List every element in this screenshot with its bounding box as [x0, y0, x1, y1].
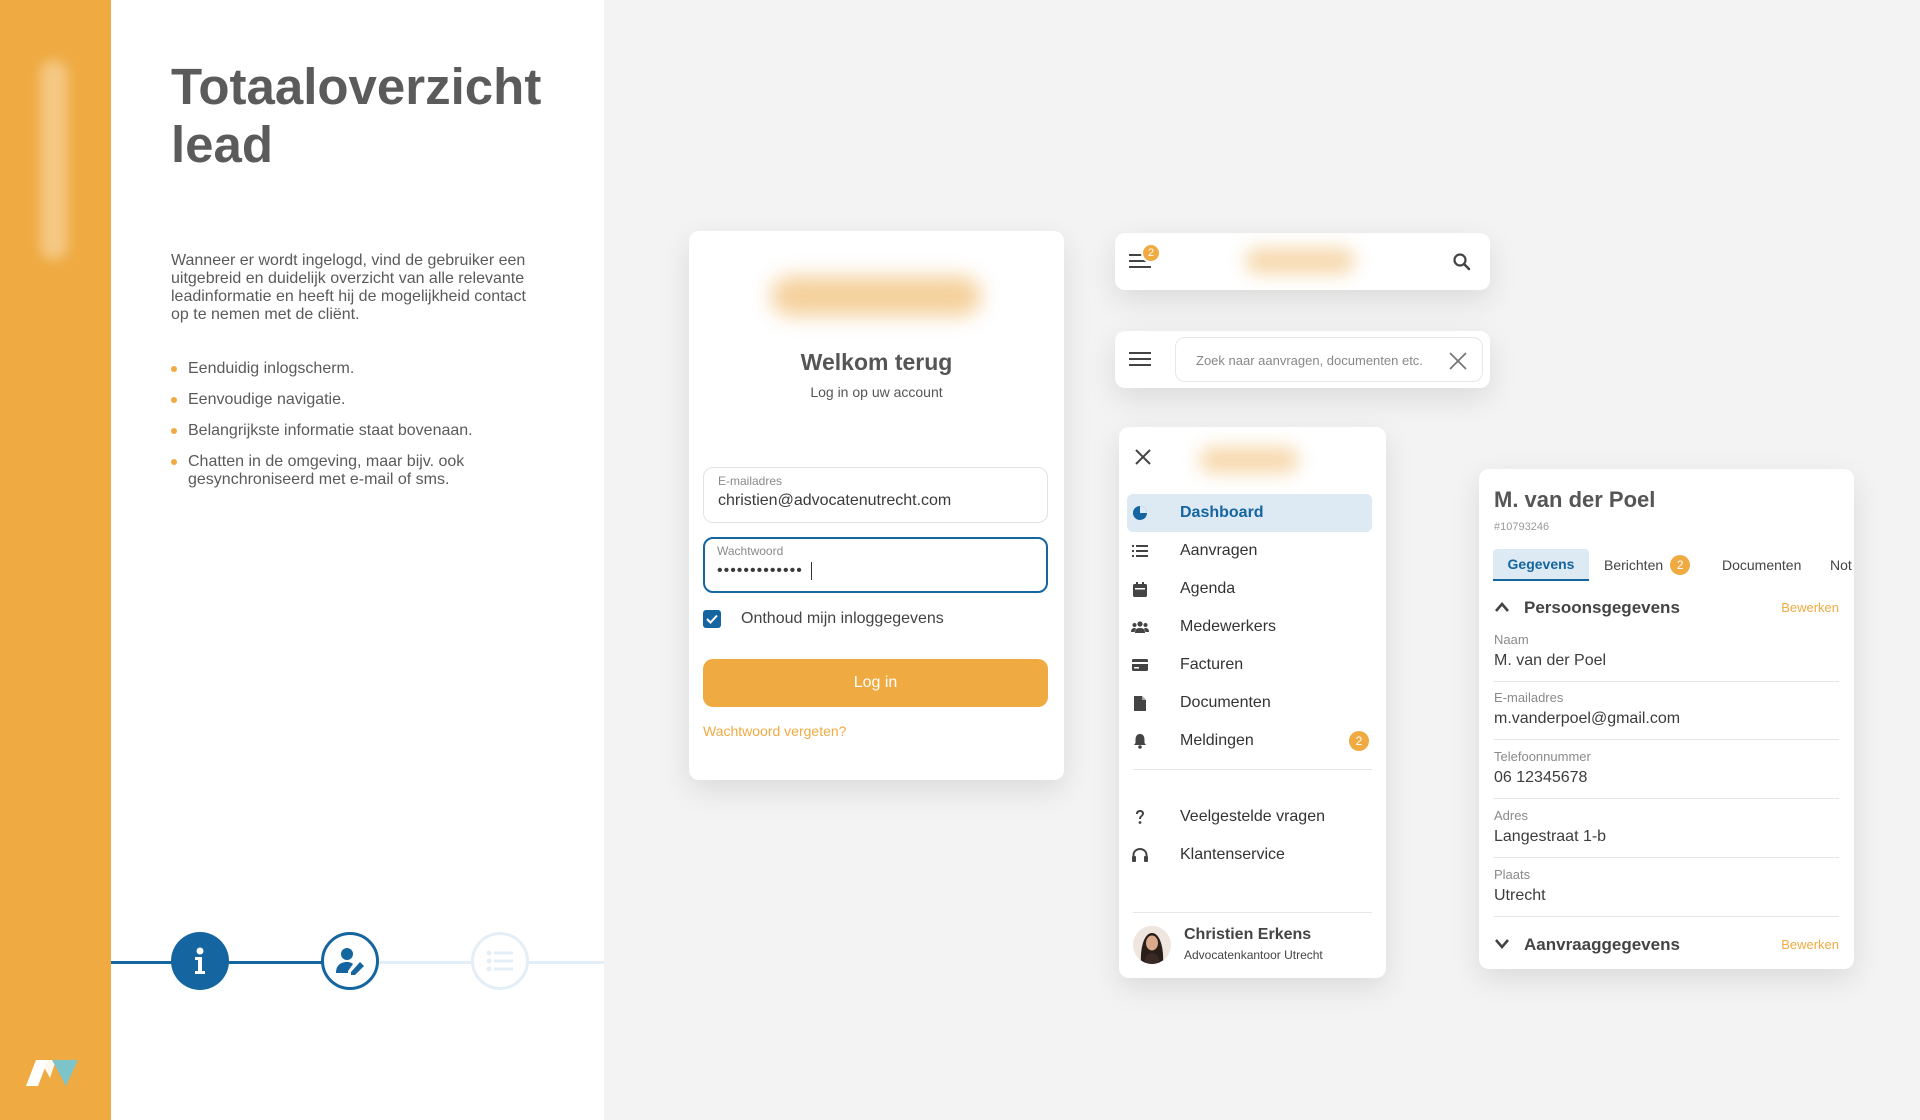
feature-item: Eenvoudige navigatie. — [171, 391, 511, 409]
field-telefoon: Telefoonnummer 06 12345678 — [1494, 741, 1839, 799]
info-icon — [195, 947, 205, 974]
brand-strip — [0, 0, 111, 1120]
tab-berichten[interactable]: Berichten 2 — [1604, 549, 1691, 581]
edit-personal-button[interactable]: Bewerken — [1781, 600, 1839, 615]
field-email: E-mailadres m.vanderpoel@gmail.com — [1494, 682, 1839, 740]
nav-item-klantenservice[interactable]: Klantenservice — [1119, 836, 1386, 874]
user-company: Advocatenkantoor Utrecht — [1184, 948, 1323, 962]
step-user-edit[interactable] — [321, 932, 379, 990]
nav-item-documenten[interactable]: Documenten — [1119, 684, 1386, 722]
search-input[interactable]: Zoek naar aanvragen, documenten etc. — [1175, 337, 1483, 382]
menu-divider — [1133, 912, 1372, 913]
primary-nav: Dashboard Aanvragen Agenda Medewerkers F… — [1119, 494, 1386, 760]
nav-item-facturen[interactable]: Facturen — [1119, 646, 1386, 684]
page-title: Totaaloverzicht lead — [171, 58, 542, 173]
step-list[interactable] — [471, 932, 529, 990]
remember-me[interactable]: Onthoud mijn inloggegevens — [703, 609, 944, 629]
feature-list: Eenduidig inlogscherm. Eenvoudige naviga… — [171, 360, 511, 502]
avatar — [1133, 926, 1171, 964]
intro-paragraph: Wanneer er wordt ingelogd, vind de gebru… — [171, 252, 526, 323]
menu-divider — [1133, 769, 1372, 770]
section-aanvraaggegevens[interactable]: Aanvraaggegevens Bewerken — [1494, 931, 1839, 959]
mobile-search-bar: Zoek naar aanvragen, documenten etc. — [1115, 331, 1490, 388]
remember-label: Onthoud mijn inloggegevens — [741, 610, 944, 627]
tab-documenten[interactable]: Documenten — [1722, 549, 1801, 581]
bullet-dot-icon — [171, 366, 177, 372]
stepper-line-done — [111, 961, 350, 964]
users-icon — [1131, 618, 1149, 636]
menu-notification-badge: 2 — [1141, 243, 1161, 263]
bell-icon — [1131, 732, 1149, 750]
blurred-logo — [1199, 447, 1299, 473]
progress-stepper — [111, 932, 604, 992]
navigation-drawer: Dashboard Aanvragen Agenda Medewerkers F… — [1119, 427, 1386, 978]
search-placeholder: Zoek naar aanvragen, documenten etc. — [1196, 353, 1423, 368]
credit-card-icon — [1131, 656, 1149, 674]
edit-request-button[interactable]: Bewerken — [1781, 937, 1839, 952]
calendar-icon — [1131, 580, 1149, 598]
list-icon — [486, 950, 513, 972]
close-icon[interactable] — [1448, 351, 1468, 371]
field-naam: Naam M. van der Poel — [1494, 624, 1839, 682]
field-adres: Adres Langestraat 1-b — [1494, 800, 1839, 858]
tab-gegevens[interactable]: Gegevens — [1493, 549, 1589, 581]
blurred-logo — [771, 276, 981, 316]
detail-tabs: Gegevens Berichten 2 Documenten Not — [1493, 549, 1854, 581]
user-edit-icon — [336, 948, 364, 975]
text-caret — [810, 562, 812, 580]
feature-item: Chatten in de omgeving, maar bijv. ook g… — [171, 453, 511, 489]
email-field-label: E-mailadres — [718, 474, 783, 488]
feature-item: Belangrijkste informatie staat bovenaan. — [171, 422, 511, 440]
chevron-down-icon — [1495, 939, 1509, 949]
nav-item-faq[interactable]: Veelgestelde vragen — [1119, 798, 1386, 836]
nav-item-meldingen[interactable]: Meldingen 2 — [1119, 722, 1386, 760]
feature-item: Eenduidig inlogscherm. — [171, 360, 511, 378]
headset-icon — [1131, 846, 1149, 864]
secondary-nav: Veelgestelde vragen Klantenservice — [1119, 798, 1386, 874]
bullet-dot-icon — [171, 428, 177, 434]
forgot-password-link[interactable]: Wachtwoord vergeten? — [703, 723, 846, 739]
brand-logo-icon — [26, 1060, 78, 1086]
pie-chart-icon — [1131, 504, 1149, 522]
password-field-value: ••••••••••••• — [717, 562, 812, 580]
hamburger-menu-icon[interactable] — [1129, 352, 1151, 366]
nav-item-aanvragen[interactable]: Aanvragen — [1119, 532, 1386, 570]
chevron-up-icon — [1495, 602, 1509, 612]
nav-item-agenda[interactable]: Agenda — [1119, 570, 1386, 608]
login-button[interactable]: Log in — [703, 659, 1048, 707]
blurred-vertical-logo — [40, 60, 68, 260]
bullet-dot-icon — [171, 397, 177, 403]
password-field-label: Wachtwoord — [717, 544, 784, 558]
blurred-logo — [1245, 248, 1355, 274]
nav-item-dashboard[interactable]: Dashboard — [1127, 494, 1372, 532]
notifications-badge: 2 — [1349, 731, 1369, 751]
nav-item-medewerkers[interactable]: Medewerkers — [1119, 608, 1386, 646]
remember-checkbox[interactable] — [703, 610, 721, 628]
tab-notities[interactable]: Not — [1830, 549, 1852, 581]
user-name: Christien Erkens — [1184, 926, 1312, 943]
check-icon — [706, 614, 718, 624]
section-persoonsgegevens[interactable]: Persoonsgegevens Bewerken — [1494, 594, 1839, 622]
step-info[interactable] — [171, 932, 229, 990]
password-field[interactable]: Wachtwoord ••••••••••••• — [703, 537, 1048, 593]
user-profile[interactable]: Christien Erkens Advocatenkantoor Utrech… — [1133, 923, 1373, 967]
login-card: Welkom terug Log in op uw account E-mail… — [689, 231, 1064, 780]
lead-name-title: M. van der Poel — [1494, 487, 1656, 512]
file-icon — [1131, 694, 1149, 712]
lead-detail-card: M. van der Poel #10793246 Gegevens Beric… — [1479, 469, 1854, 969]
login-subtitle: Log in op uw account — [810, 384, 943, 400]
email-field-value: christien@advocatenutrecht.com — [718, 492, 952, 509]
email-field[interactable]: E-mailadres christien@advocatenutrecht.c… — [703, 467, 1048, 523]
bullet-dot-icon — [171, 459, 177, 465]
lead-id: #10793246 — [1494, 521, 1550, 533]
list-icon — [1131, 542, 1149, 560]
question-icon — [1131, 808, 1149, 826]
login-title: Welkom terug — [800, 349, 953, 375]
close-icon[interactable] — [1133, 447, 1153, 467]
search-icon[interactable] — [1452, 252, 1472, 272]
mobile-topbar: 2 — [1115, 233, 1490, 290]
messages-badge: 2 — [1670, 555, 1691, 575]
field-plaats: Plaats Utrecht — [1494, 859, 1839, 917]
